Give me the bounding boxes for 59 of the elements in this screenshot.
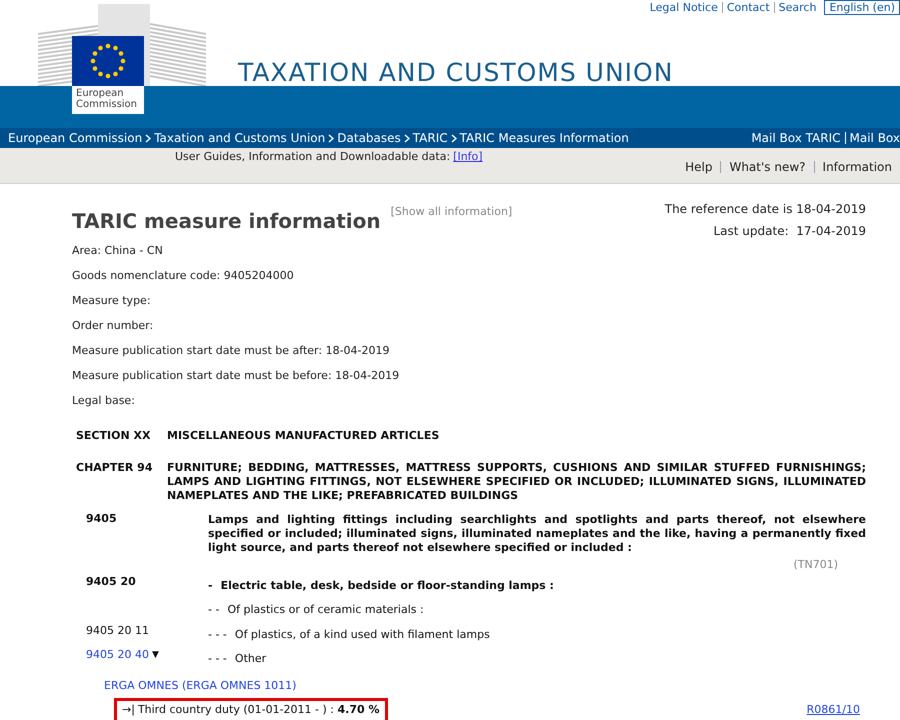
guides-text: User Guides, Information and Downloadable data: — [175, 149, 450, 165]
nav-link[interactable]: Help — [685, 158, 712, 176]
breadcrumb-link[interactable]: Taxation and Customs Union — [154, 129, 326, 147]
chevron-icon — [450, 134, 457, 142]
breadcrumb-link[interactable]: TARIC — [412, 129, 448, 147]
code-text: 9405 20 — [86, 574, 136, 590]
field-label: Measure publication start date must be before: 18-04-2019 — [72, 368, 400, 384]
description-text: Lamps and lighting fittings including searchlights and spotlights and parts thereof, not elsewhere specified or included; illuminated signs, illuminated nameplates and the like, having a permanently fixed light source, and parts thereof not elsewhere specified or included : — [207, 512, 866, 556]
field-label: Area: China - CN — [72, 243, 164, 259]
top-link[interactable]: Search — [778, 1, 816, 14]
chevron-icon — [328, 134, 334, 142]
regulation-link[interactable]: R0861/10 — [806, 702, 860, 718]
field-label: Goods nomenclature code: 9405204000 — [72, 268, 295, 284]
section-label: SECTION XX — [76, 429, 152, 443]
show-all-link[interactable]: [Show all information] — [390, 204, 512, 220]
code-text: 9405 — [86, 511, 117, 527]
field-label: Order number: — [72, 318, 154, 334]
field-label: Measure publication start date must be after: 18-04-2019 — [72, 343, 391, 359]
field-label: Legal base: — [72, 393, 136, 409]
description-text: Of plastics or of ceramic materials : — [227, 602, 424, 618]
top-link[interactable]: Legal Notice — [650, 1, 718, 14]
nav-link[interactable]: What's new? — [729, 158, 806, 176]
code-text: 9405 20 11 — [86, 622, 149, 638]
top-link[interactable]: Contact — [726, 1, 770, 14]
section-text: FURNITURE; BEDDING, MATTRESSES, MATTRESS SUPPORTS, CUSHIONS AND SIMILAR STUFFED FURNISHINGS; LAMPS AND LIGHTING FITTINGS, NOT ELSEWHERE SPECIFIED OR INCLUDED; ILLUMINATED SIGNS, ILLUMINATED NAMEPLATES AND THE LIKE; PREFABRICATED BUILDINGS — [167, 461, 866, 503]
logo-text: European — [76, 88, 124, 99]
logo-card[interactable]: European Commission — [72, 36, 144, 114]
stars-flag-icon — [72, 36, 144, 86]
dash-text: - - - — [208, 626, 227, 642]
description-text: Of plastics, of a kind used with filament lamps — [234, 626, 490, 642]
note-text: (TN701) — [793, 557, 838, 573]
dash-text: - — [208, 578, 213, 594]
description-text: Other — [234, 651, 266, 667]
origin-link[interactable]: ERGA OMNES (ERGA OMNES 1011) — [104, 678, 296, 694]
mailbox-link[interactable]: Mail Box TARIC — [751, 129, 840, 147]
description-text: Electric table, desk, bedside or floor-standing lamps : — [220, 578, 554, 594]
arrow-bar-icon: →| — [122, 702, 135, 718]
last-update: Last update: 17-04-2019 — [713, 223, 866, 240]
field-label: Measure type: — [72, 293, 152, 309]
dash-text: - - - — [208, 651, 227, 667]
reference-date: The reference date is 18-04-2019 — [664, 201, 866, 218]
chevron-icon — [145, 134, 152, 142]
logo-text: Commission — [76, 99, 138, 110]
breadcrumb-link[interactable]: European Commission — [8, 129, 142, 147]
nav-link[interactable]: Information — [822, 158, 892, 176]
code-link[interactable]: 9405 20 40 — [86, 647, 149, 664]
mailbox-link[interactable]: Mail Box — [850, 129, 900, 147]
caret-icon[interactable]: ▼ — [152, 648, 159, 662]
section-label: CHAPTER 94 — [76, 461, 154, 476]
breadcrumb-link[interactable]: Databases — [337, 129, 401, 147]
site-title: TAXATION AND CUSTOMS UNION — [238, 57, 674, 89]
breadcrumb-link[interactable]: TARIC Measures Information — [460, 129, 629, 147]
chevron-icon — [404, 134, 410, 142]
info-link[interactable]: [Info] — [453, 149, 483, 166]
measure-text: Third country duty (01-01-2011 - ) : 4.70 % — [138, 702, 380, 718]
section-text: MISCELLANEOUS MANUFACTURED ARTICLES — [167, 429, 440, 443]
dash-text: - - — [208, 602, 220, 618]
page-title: TARIC measure information — [72, 208, 381, 235]
language-selector[interactable]: English (en) — [824, 0, 900, 15]
